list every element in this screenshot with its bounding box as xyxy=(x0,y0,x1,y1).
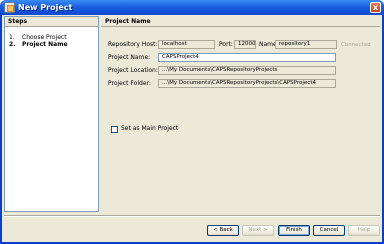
button-divider xyxy=(4,215,380,217)
step-choose-project: 1. Choose Project xyxy=(9,34,67,41)
steps-header: Steps xyxy=(5,17,98,27)
project-location-label: Project Location: xyxy=(108,67,158,74)
repository-host-label: Repository Host: xyxy=(108,41,158,48)
cancel-button[interactable]: Cancel xyxy=(313,225,345,236)
help-button[interactable]: Help xyxy=(348,225,380,236)
port-label: Port: xyxy=(219,41,233,48)
back-button[interactable]: < Back xyxy=(207,225,239,236)
step-label: Project Name xyxy=(22,41,68,48)
project-folder-label: Project Folder: xyxy=(108,80,151,87)
repository-name-field: repository1 xyxy=(275,40,337,49)
step-number: 1. xyxy=(9,34,15,41)
panel-header: Project Name xyxy=(101,16,380,27)
project-folder-field: ...\My Documents\CAPSRepositoryProjects\… xyxy=(158,79,336,88)
step-project-name: 2. Project Name xyxy=(9,41,68,48)
steps-panel: Steps 1. Choose Project 2. Project Name xyxy=(4,16,99,212)
project-icon xyxy=(4,2,15,13)
window-title: New Project xyxy=(18,3,73,12)
finish-button[interactable]: Finish xyxy=(278,225,310,236)
step-label: Choose Project xyxy=(22,34,67,41)
new-project-dialog: New Project x Steps 1. Choose Project 2. P… xyxy=(0,0,384,244)
title-bar[interactable]: New Project x xyxy=(0,0,384,15)
port-field: 12000 xyxy=(234,40,256,49)
project-name-input[interactable]: CAPSProject4 xyxy=(158,53,336,62)
project-name-label: Project Name: xyxy=(108,54,151,61)
project-name-panel: Project Name Repository Host: localhost … xyxy=(101,16,380,212)
connection-status: Connected xyxy=(341,42,371,48)
close-icon[interactable]: x xyxy=(370,2,381,13)
next-button[interactable]: Next > xyxy=(242,225,274,236)
dialog-body: Steps 1. Choose Project 2. Project Name Pr… xyxy=(2,15,382,242)
repository-host-field: localhost xyxy=(158,40,215,49)
step-number: 2. xyxy=(9,41,16,48)
project-location-field[interactable]: ...\My Documents\CAPSRepositoryProjects xyxy=(158,66,336,75)
main-project-checkbox[interactable] xyxy=(111,126,118,133)
main-project-label[interactable]: Set as Main Project xyxy=(121,125,178,133)
